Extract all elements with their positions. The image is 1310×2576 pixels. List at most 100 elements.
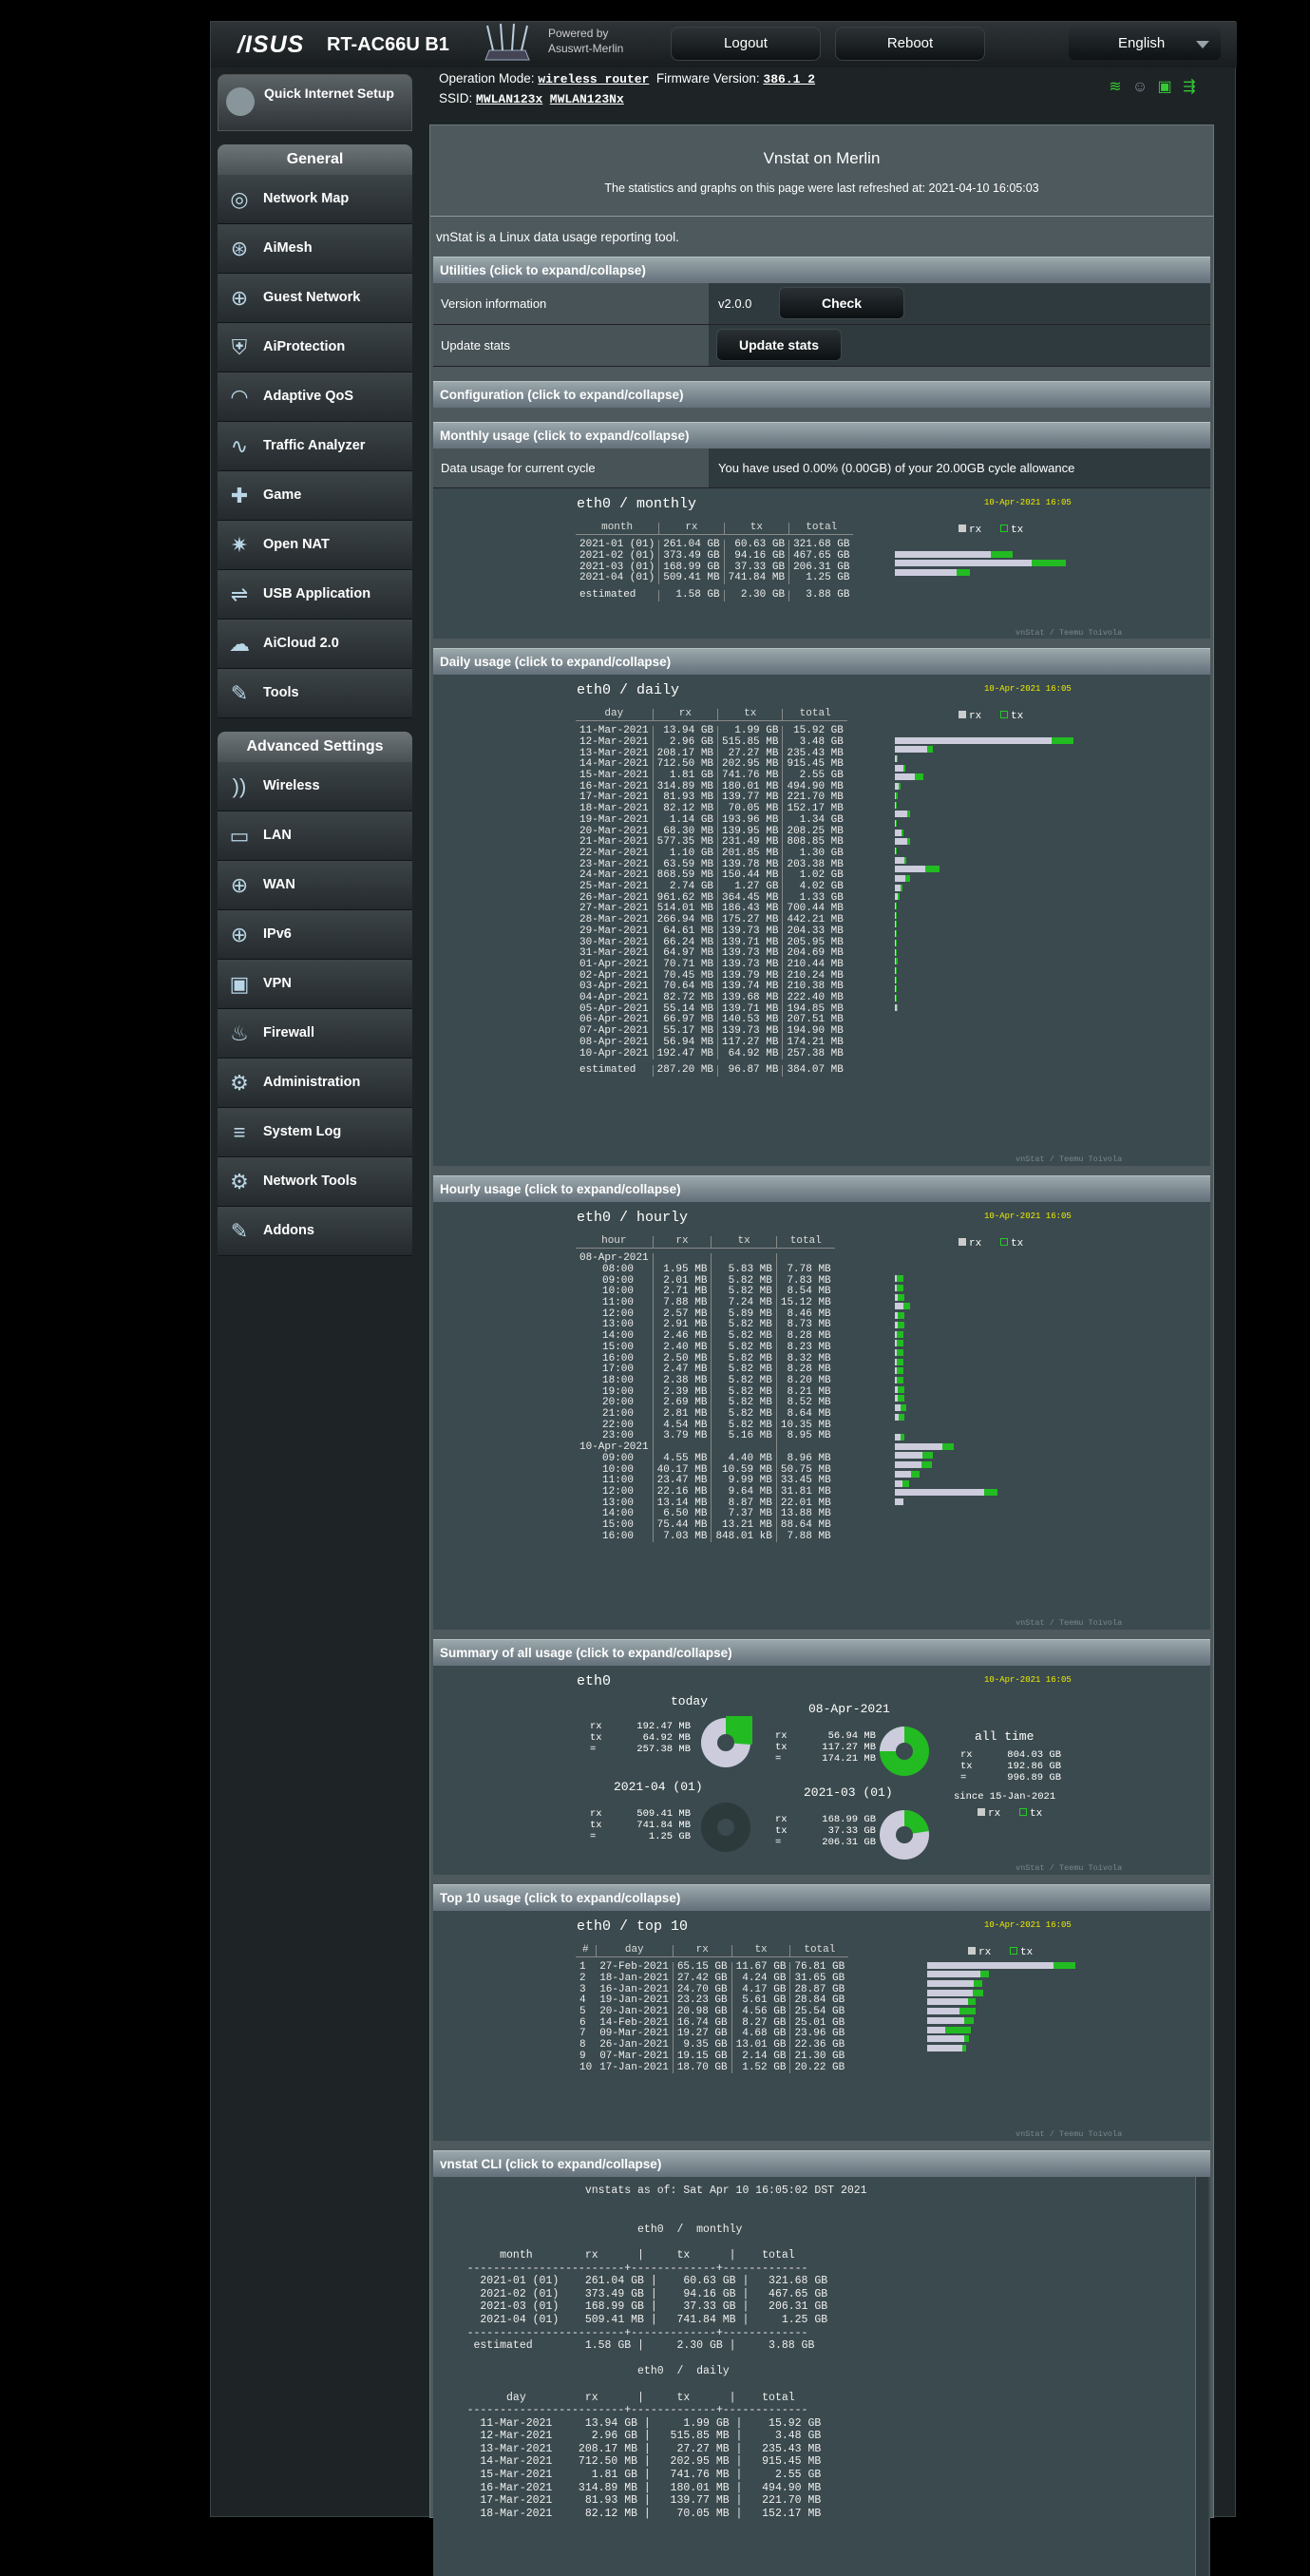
firmware-version-link[interactable]: 386.1_2 (763, 72, 815, 86)
logout-button[interactable]: Logout (671, 27, 821, 61)
cell: 5.82 MB (712, 1409, 776, 1421)
utilities-header[interactable]: Utilities (click to expand/collapse) (433, 257, 1210, 283)
clients-icon[interactable]: ☺ (1131, 79, 1149, 96)
summary-key: rx (590, 1721, 615, 1732)
ssid-link-1[interactable]: MWLAN123x (476, 92, 542, 106)
rx-bar (895, 830, 902, 836)
summary-line: =257.38 MB (590, 1744, 691, 1755)
top10-graph: eth0 / top 10 10-Apr-2021 16:05 rx tx #d… (433, 1911, 1210, 2141)
sidebar-item-administration[interactable]: ⚙Administration (218, 1059, 412, 1108)
sidebar-item-usb-application[interactable]: ⇌USB Application (218, 570, 412, 620)
table-row: 01-Apr-202170.71 MB139.73 MB210.44 MB (576, 960, 847, 971)
tx-bar (911, 1471, 921, 1478)
cli-scrollbar[interactable] (1195, 2177, 1208, 2576)
summary-value: 174.21 MB (800, 1753, 876, 1765)
update-stats-button[interactable]: Update stats (716, 329, 842, 361)
sidebar-item-label: WAN (263, 877, 295, 892)
tx-bar (907, 811, 909, 817)
sidebar-item-guest-network[interactable]: ⊕Guest Network (218, 274, 412, 323)
table-row: 2021-02 (01)373.49 GB94.16 GB467.65 GB (576, 551, 853, 563)
check-button[interactable]: Check (779, 287, 904, 319)
sidebar-item-tools[interactable]: ✎Tools (218, 669, 412, 718)
usage-bar (895, 857, 1073, 864)
cell: 1.25 GB (789, 573, 854, 584)
sidebar-item-network-map[interactable]: ◎Network Map (218, 175, 412, 224)
yesterday-pie (878, 1725, 931, 1778)
usb-icon[interactable]: ⇶ (1181, 79, 1198, 96)
language-select[interactable]: English (1069, 28, 1221, 60)
sidebar-item-label: System Log (263, 1124, 341, 1139)
column-header: # (576, 1945, 596, 1956)
sidebar-item-label: AiProtection (263, 339, 345, 354)
sidebar-item-wan[interactable]: ⊕WAN (218, 861, 412, 910)
reboot-button[interactable]: Reboot (835, 27, 985, 61)
ssid-label: SSID: (439, 91, 472, 105)
tx-bar (927, 746, 933, 753)
summary-header[interactable]: Summary of all usage (click to expand/co… (433, 1639, 1210, 1666)
sidebar-item-system-log[interactable]: ≡System Log (218, 1108, 412, 1157)
configuration-header[interactable]: Configuration (click to expand/collapse) (433, 381, 1210, 408)
sidebar-item-adaptive-qos[interactable]: ◠Adaptive QoS (218, 372, 412, 422)
sidebar-item-aiprotection[interactable]: ⛨AiProtection (218, 323, 412, 372)
aimesh-icon: ⊛ (227, 237, 252, 261)
tx-bar (991, 551, 1013, 558)
sidebar: Quick Internet Setup General ◎Network Ma… (218, 74, 412, 1256)
daily-header[interactable]: Daily usage (click to expand/collapse) (433, 648, 1210, 675)
sidebar-item-addons[interactable]: ✎Addons (218, 1207, 412, 1256)
copy-icon[interactable]: ▣ (1156, 79, 1173, 96)
quick-internet-setup-button[interactable]: Quick Internet Setup (218, 74, 412, 131)
tx-bar (984, 1489, 997, 1496)
operation-mode-link[interactable]: wireless router (538, 72, 649, 86)
daily-bars (895, 735, 1073, 1011)
sidebar-item-firewall[interactable]: ♨Firewall (218, 1009, 412, 1059)
usage-bar (927, 1998, 1075, 2005)
hourly-legend: rx tx (959, 1238, 1023, 1250)
top-bar: /ISUS RT-AC66U B1 Powered byAsuswrt-Merl… (211, 22, 1237, 67)
sidebar-item-open-nat[interactable]: ✷Open NAT (218, 521, 412, 570)
sidebar-item-aimesh[interactable]: ⊛AiMesh (218, 224, 412, 274)
summary-line: rx56.94 MB (775, 1730, 876, 1742)
top10-graph-title: eth0 / top 10 (577, 1918, 688, 1935)
ssid-link-2[interactable]: MWLAN123Nx (550, 92, 624, 106)
usage-bar (895, 765, 1073, 772)
sidebar-item-network-tools[interactable]: ⚙Network Tools (218, 1157, 412, 1207)
hourly-header[interactable]: Hourly usage (click to expand/collapse) (433, 1175, 1210, 1202)
cell: 2 (576, 1974, 596, 1985)
rx-bar (895, 1489, 984, 1496)
top10-header[interactable]: Top 10 usage (click to expand/collapse) (433, 1884, 1210, 1911)
cell: 8.20 MB (776, 1376, 834, 1387)
cli-output: vnstats as of: Sat Apr 10 16:05:02 DST 2… (441, 2185, 867, 2520)
general-menu: ◎Network Map⊛AiMesh⊕Guest Network⛨AiProt… (218, 175, 412, 718)
tx-bar (897, 1377, 903, 1383)
tx-legend-swatch (1019, 1808, 1027, 1816)
top10-credit: vnStat / Teemu Toivola (1016, 2129, 1122, 2139)
yesterday-label: 08-Apr-2021 (808, 1702, 890, 1716)
monthly-header[interactable]: Monthly usage (click to expand/collapse) (433, 422, 1210, 448)
cell: 5.83 MB (712, 1265, 776, 1276)
table-row: 15:002.40 MB5.82 MB8.23 MB (576, 1343, 835, 1354)
status-icons: ≋ ☺ ▣ ⇶ (1099, 79, 1198, 96)
usage-bar (895, 921, 1073, 927)
summary-value: 804.03 GB (985, 1749, 1061, 1761)
cli-header[interactable]: vnstat CLI (click to expand/collapse) (433, 2150, 1210, 2177)
wifi-icon[interactable]: ≋ (1107, 79, 1124, 96)
usage-bar (895, 912, 1073, 919)
usage-bar (895, 903, 1073, 909)
sidebar-item-aicloud-2-0[interactable]: ☁AiCloud 2.0 (218, 620, 412, 669)
cell: 19.15 GB (673, 2051, 731, 2063)
usage-bar (895, 985, 1073, 992)
sidebar-item-lan[interactable]: ▭LAN (218, 811, 412, 861)
rx-bar (927, 1962, 1054, 1969)
sidebar-item-ipv6[interactable]: ⊕IPv6 (218, 910, 412, 960)
sidebar-item-vpn[interactable]: ▣VPN (218, 960, 412, 1009)
summary-value: 64.92 MB (615, 1732, 691, 1744)
sidebar-item-game[interactable]: ✚Game (218, 471, 412, 521)
sidebar-item-wireless[interactable]: ))Wireless (218, 762, 412, 811)
cell: 17-Jan-2021 (596, 2063, 673, 2074)
cell: estimated (576, 590, 659, 601)
table-row: 18:002.38 MB5.82 MB8.20 MB (576, 1376, 835, 1387)
sidebar-item-traffic-analyzer[interactable]: ∿Traffic Analyzer (218, 422, 412, 471)
tx-bar (896, 949, 898, 956)
usage-bar (927, 2045, 1075, 2051)
estimated-row: estimated1.58 GB2.30 GB3.88 GB (576, 590, 853, 601)
